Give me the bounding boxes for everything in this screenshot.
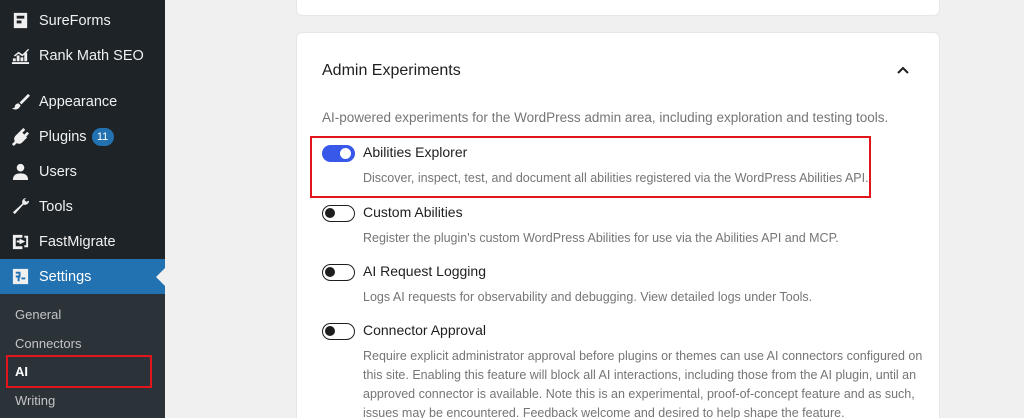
plugins-update-badge: 11 (91, 127, 114, 146)
menu-label: Appearance (39, 93, 118, 110)
experiment-help: Require explicit administrator approval … (363, 349, 923, 418)
menu-item-fastmigrate[interactable]: FastMigrate (0, 224, 165, 259)
settings-submenu: General Connectors AI Writing (0, 294, 165, 418)
ai-request-logging-toggle[interactable] (322, 264, 355, 281)
menu-item-sureforms[interactable]: SureForms (0, 3, 165, 38)
chevron-up-icon[interactable] (895, 62, 911, 78)
migrate-icon (10, 232, 30, 252)
menu-label: Tools (39, 198, 73, 215)
submenu-writing[interactable]: Writing (0, 386, 165, 414)
submenu-general[interactable]: General (0, 300, 165, 328)
submenu-connectors[interactable]: Connectors (0, 329, 165, 357)
menu-label: Users (39, 163, 77, 180)
menu-item-plugins[interactable]: Plugins 11 (0, 119, 165, 154)
menu-label: Settings (39, 268, 92, 285)
menu-label: SureForms (39, 12, 111, 29)
abilities-explorer-toggle[interactable] (322, 145, 355, 162)
wrench-icon (10, 197, 30, 217)
experiment-help: Logs AI requests for observability and d… (363, 290, 813, 304)
experiment-label: Custom Abilities (363, 204, 463, 220)
menu-item-rank-math[interactable]: Rank Math SEO (0, 38, 165, 73)
menu-item-tools[interactable]: Tools (0, 189, 165, 224)
main-content: Admin Experiments AI-powered experiments… (165, 0, 1024, 418)
paintbrush-icon (10, 92, 30, 112)
connector-approval-toggle[interactable] (322, 323, 355, 340)
submenu-ai[interactable]: AI (0, 357, 165, 385)
menu-item-appearance[interactable]: Appearance (0, 84, 165, 119)
experiment-label: Connector Approval (363, 322, 486, 338)
section-description: AI-powered experiments for the WordPress… (322, 110, 889, 125)
menu-label: FastMigrate (39, 233, 116, 250)
admin-sidebar: SureForms Rank Math SEO Appearance Plugi… (0, 0, 165, 418)
plugin-icon (10, 127, 30, 147)
experiment-label: Abilities Explorer (363, 144, 468, 160)
menu-label: Plugins (39, 128, 87, 145)
settings-icon (10, 267, 30, 287)
menu-item-users[interactable]: Users (0, 154, 165, 189)
custom-abilities-toggle[interactable] (322, 205, 355, 222)
experiment-help: Register the plugin's custom WordPress A… (363, 231, 839, 245)
previous-card (296, 0, 940, 16)
admin-experiments-card: Admin Experiments AI-powered experiments… (296, 32, 940, 418)
section-title: Admin Experiments (322, 62, 461, 79)
rank-math-icon (10, 46, 30, 66)
sureforms-icon (10, 11, 30, 31)
user-icon (10, 162, 30, 182)
menu-label: Rank Math SEO (39, 47, 144, 64)
experiment-help: Discover, inspect, test, and document al… (363, 171, 869, 185)
experiment-label: AI Request Logging (363, 263, 486, 279)
menu-item-settings[interactable]: Settings (0, 259, 165, 294)
